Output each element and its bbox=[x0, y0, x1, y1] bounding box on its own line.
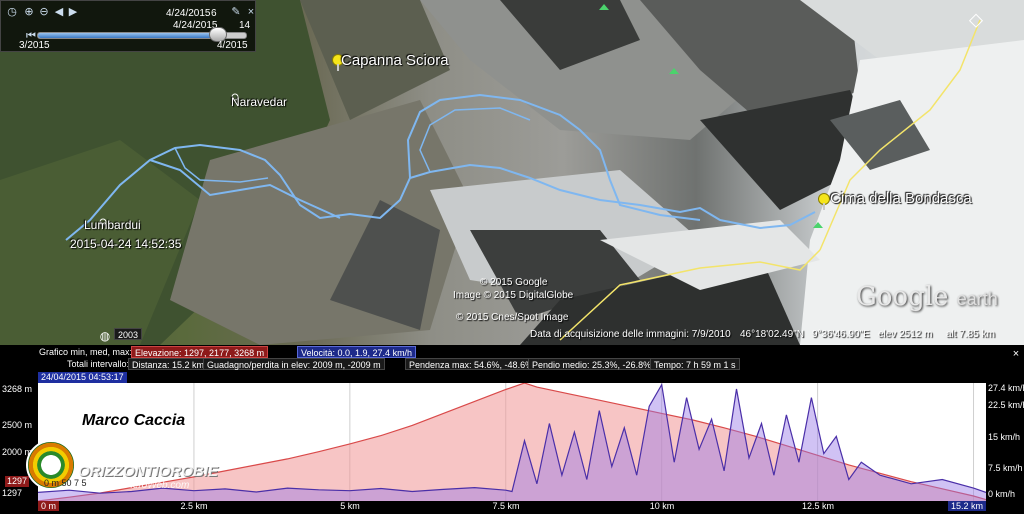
y-right-tick-max: 27.4 km/h bbox=[988, 383, 1024, 393]
y-left-tick-max: 3268 m bbox=[2, 384, 33, 394]
avg-slope-stat: Pendio medio: 25.3%, -26.8% bbox=[528, 358, 656, 370]
acquisition-date: Data di acquisizione delle immagini: 7/9… bbox=[530, 329, 731, 340]
range-stop-label: 4/2015 bbox=[217, 40, 248, 51]
google-earth-logo: Google earth bbox=[856, 282, 998, 312]
graph-label: Grafico min, med, max: bbox=[39, 347, 133, 357]
status-bar: Data di acquisizione delle immagini: 7/9… bbox=[0, 328, 1024, 343]
logo-url: www.PieroWeb.com bbox=[100, 480, 190, 491]
map-view[interactable]: Capanna Sciora Naravedar Lumbardui 2015-… bbox=[0, 0, 1024, 345]
track-timestamp-label: 2015-04-24 14:52:35 bbox=[70, 237, 182, 251]
logo-text: ORIZZONTIOROBIE bbox=[78, 463, 218, 480]
x-tick-2-5: 2.5 km bbox=[180, 501, 208, 511]
x-tick-12-5: 12.5 km bbox=[801, 501, 835, 511]
zoom-out-icon[interactable]: ⊖ bbox=[38, 6, 50, 18]
cursor-date-badge: 24/04/2015 04:53:17 bbox=[38, 372, 127, 383]
close-icon[interactable]: × bbox=[245, 6, 257, 18]
y-left-tick-2500: 2500 m bbox=[2, 420, 33, 430]
gain-loss-stat: Guadagno/perdita in elev: 2009 m, -2009 … bbox=[203, 358, 385, 370]
zoom-in-icon[interactable]: ⊕ bbox=[23, 6, 35, 18]
y-left-min-badge: 1297 bbox=[5, 476, 30, 487]
google-credit: © 2015 Google bbox=[480, 277, 548, 288]
eye-altitude: alt 7.85 km bbox=[946, 329, 995, 340]
x-tick-5: 5 km bbox=[340, 501, 360, 511]
cnes-credit: © 2015 Cnes/Spot Image bbox=[456, 312, 569, 323]
time-stat: Tempo: 7 h 59 m 1 s bbox=[650, 358, 740, 370]
velocity-series-toggle[interactable]: Velocità: 0.0, 1.9, 27.4 km/h bbox=[297, 346, 417, 358]
current-date: 4/24/2015 bbox=[166, 8, 211, 19]
latitude: 46°18'02.49"N bbox=[740, 329, 804, 340]
animation-speed: 6 bbox=[211, 8, 217, 19]
lumbardui-label[interactable]: Lumbardui bbox=[84, 218, 141, 232]
y-left-tick-min: 1297 bbox=[2, 488, 23, 498]
elevation-profile-panel: Grafico min, med, max: Elevazione: 1297,… bbox=[0, 345, 1024, 514]
speed-scale-label: 0 m 50 7 5 bbox=[44, 478, 87, 488]
elevation-readout: elev 2512 m bbox=[878, 329, 933, 340]
y-right-tick-0: 0 km/h bbox=[988, 489, 1016, 499]
play-forward-icon[interactable]: ▶ bbox=[67, 6, 79, 18]
x-tick-15-2: 15.2 km bbox=[947, 501, 986, 511]
longitude: 9°36'46.90"E bbox=[812, 329, 870, 340]
play-back-icon[interactable]: ◀ bbox=[53, 6, 65, 18]
settings-wrench-icon[interactable]: ✎ bbox=[230, 6, 242, 18]
digitalglobe-credit: Image © 2015 DigitalGlobe bbox=[453, 290, 574, 301]
range-start-label: 3/2015 bbox=[19, 40, 50, 51]
cima-della-bondasca-placemark[interactable] bbox=[818, 193, 830, 210]
totals-label: Totali intervallo: bbox=[67, 359, 130, 369]
max-slope-stat: Pendenza max: 54.6%, -48.6% bbox=[405, 358, 538, 370]
y-right-tick-15: 15 km/h bbox=[988, 432, 1021, 442]
clock-icon[interactable]: ◷ bbox=[6, 6, 18, 18]
frame-number: 14 bbox=[239, 20, 251, 31]
y-right-tick-75: 7.5 km/h bbox=[988, 463, 1023, 473]
y-right-tick-225: 22.5 km/h bbox=[988, 400, 1024, 410]
x-tick-10: 10 km bbox=[649, 501, 675, 511]
cima-della-bondasca-label[interactable]: Cima della Bondasca bbox=[830, 190, 972, 207]
x-tick-7-5: 7.5 km bbox=[492, 501, 520, 511]
elevation-series-toggle[interactable]: Elevazione: 1297, 2177, 3268 m bbox=[131, 346, 269, 358]
time-slider-panel: ◷ ⊕ ⊖ ◀ ▶ 4/24/2015 6 ✎ × 4/24/2015 14 ⏮… bbox=[0, 0, 256, 52]
distance-stat: Distanza: 15.2 km bbox=[128, 358, 209, 370]
time-slider-fill bbox=[38, 33, 222, 38]
naravedar-label[interactable]: Naravedar bbox=[231, 95, 287, 109]
author-watermark: Marco Caccia bbox=[82, 412, 186, 429]
x-tick-0: 0 m bbox=[38, 501, 60, 511]
capanna-sciora-label[interactable]: Capanna Sciora bbox=[341, 52, 449, 69]
